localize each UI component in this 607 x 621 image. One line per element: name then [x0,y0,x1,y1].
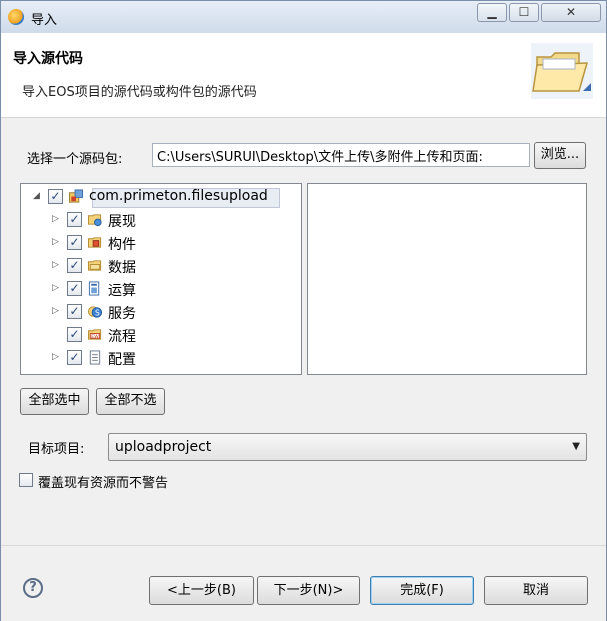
back-button[interactable]: <上一步(B) [149,576,254,605]
tree-item-row[interactable]: ▷ ✓ 配置 [21,347,301,369]
close-button[interactable]: ✕ [541,3,601,22]
presentation-folder-icon [87,214,102,227]
service-icon: S [87,306,103,318]
wizard-button-bar: ? <上一步(B) 下一步(N)> 完成(F) 取消 [1,545,606,621]
page-description: 导入EOS项目的源代码或构件包的源代码 [22,85,257,100]
folder-icon [531,43,593,99]
tree-item-label: 流程 [108,329,136,345]
config-file-icon [89,350,101,365]
expand-triangle-icon[interactable]: ▷ [52,260,59,270]
component-folder-icon [87,237,102,248]
window-title: 导入 [31,13,58,28]
item-checkbox[interactable]: ✓ [67,281,82,296]
target-project-label: 目标项目: [28,442,85,457]
collapse-triangle-icon[interactable]: ◢ [33,191,40,201]
expand-triangle-icon[interactable]: ▷ [52,214,59,224]
next-button[interactable]: 下一步(N)> [257,576,360,605]
minimize-button[interactable]: ▁ [477,3,507,22]
tree-item-label: 展现 [108,214,136,230]
tree-item-row[interactable]: ▷ ✓ S 服务 [21,301,301,323]
data-folder-icon [87,260,102,271]
root-checkbox[interactable]: ✓ [48,189,63,204]
tree-item-row[interactable]: ✓ EW 流程 [21,324,301,346]
tree-item-label: 运算 [108,283,136,299]
import-dialog: 导入 ▁ ☐ ✕ 导入源代码 导入EOS项目的源代码或构件包的源代码 选择一个源… [0,0,607,621]
source-tree[interactable]: ◢ ✓ com.primeton.filesupload ▷ ✓ 展现 ▷ ✓ … [20,183,302,375]
tree-item-row[interactable]: ▷ ✓ 运算 [21,278,301,300]
tree-item-label: 配置 [108,352,136,368]
operation-icon [88,281,100,296]
cancel-button[interactable]: 取消 [484,576,588,605]
tree-item-label: 数据 [108,260,136,276]
item-checkbox[interactable]: ✓ [67,350,82,365]
detail-list-panel[interactable] [307,183,587,375]
svg-text:EW: EW [91,334,99,340]
package-icon [68,189,84,203]
wizard-header: 导入源代码 导入EOS项目的源代码或构件包的源代码 [1,33,606,118]
tree-item-row[interactable]: ▷ ✓ 数据 [21,255,301,277]
page-title: 导入源代码 [13,51,83,67]
item-checkbox[interactable]: ✓ [67,235,82,250]
overwrite-label[interactable]: 覆盖现有资源而不警告 [38,472,168,491]
overwrite-checkbox[interactable] [19,473,33,487]
dropdown-arrow-icon: ▼ [572,441,580,452]
minimize-icon: ▁ [487,5,497,19]
item-checkbox[interactable]: ✓ [67,258,82,273]
title-bar[interactable]: 导入 ▁ ☐ ✕ [1,1,606,33]
svg-text:S: S [95,308,100,317]
tree-root-row[interactable]: ◢ ✓ com.primeton.filesupload [21,186,301,208]
close-icon: ✕ [565,5,577,19]
expand-triangle-icon[interactable]: ▷ [52,306,59,316]
help-icon[interactable]: ? [23,578,43,598]
tree-item-row[interactable]: ▷ ✓ 构件 [21,232,301,254]
expand-triangle-icon[interactable]: ▷ [52,283,59,293]
item-checkbox[interactable]: ✓ [67,327,82,342]
tree-root-label: com.primeton.filesupload [89,188,268,204]
eclipse-app-icon [8,9,24,25]
browse-button[interactable]: 浏览... [534,142,586,169]
tree-item-row[interactable]: ▷ ✓ 展现 [21,209,301,231]
deselect-all-button[interactable]: 全部不选 [96,388,165,415]
process-icon: EW [87,329,102,340]
source-package-label: 选择一个源码包: [27,152,123,167]
maximize-icon: ☐ [518,5,530,19]
source-path-input[interactable]: C:\Users\SURUI\Desktop\文件上传\多附件上传和页面: [152,143,530,167]
expand-triangle-icon[interactable]: ▷ [52,237,59,247]
tree-item-label: 构件 [108,237,136,253]
select-all-button[interactable]: 全部选中 [20,388,89,415]
item-checkbox[interactable]: ✓ [67,304,82,319]
target-project-select[interactable]: uploadproject ▼ [108,433,587,461]
tree-item-label: 服务 [108,306,136,322]
target-project-value: uploadproject [115,439,212,455]
wizard-content: 选择一个源码包: C:\Users\SURUI\Desktop\文件上传\多附件… [1,118,606,545]
item-checkbox[interactable]: ✓ [67,212,82,227]
finish-button[interactable]: 完成(F) [370,576,474,605]
maximize-button[interactable]: ☐ [509,3,539,22]
expand-triangle-icon[interactable]: ▷ [52,352,59,362]
